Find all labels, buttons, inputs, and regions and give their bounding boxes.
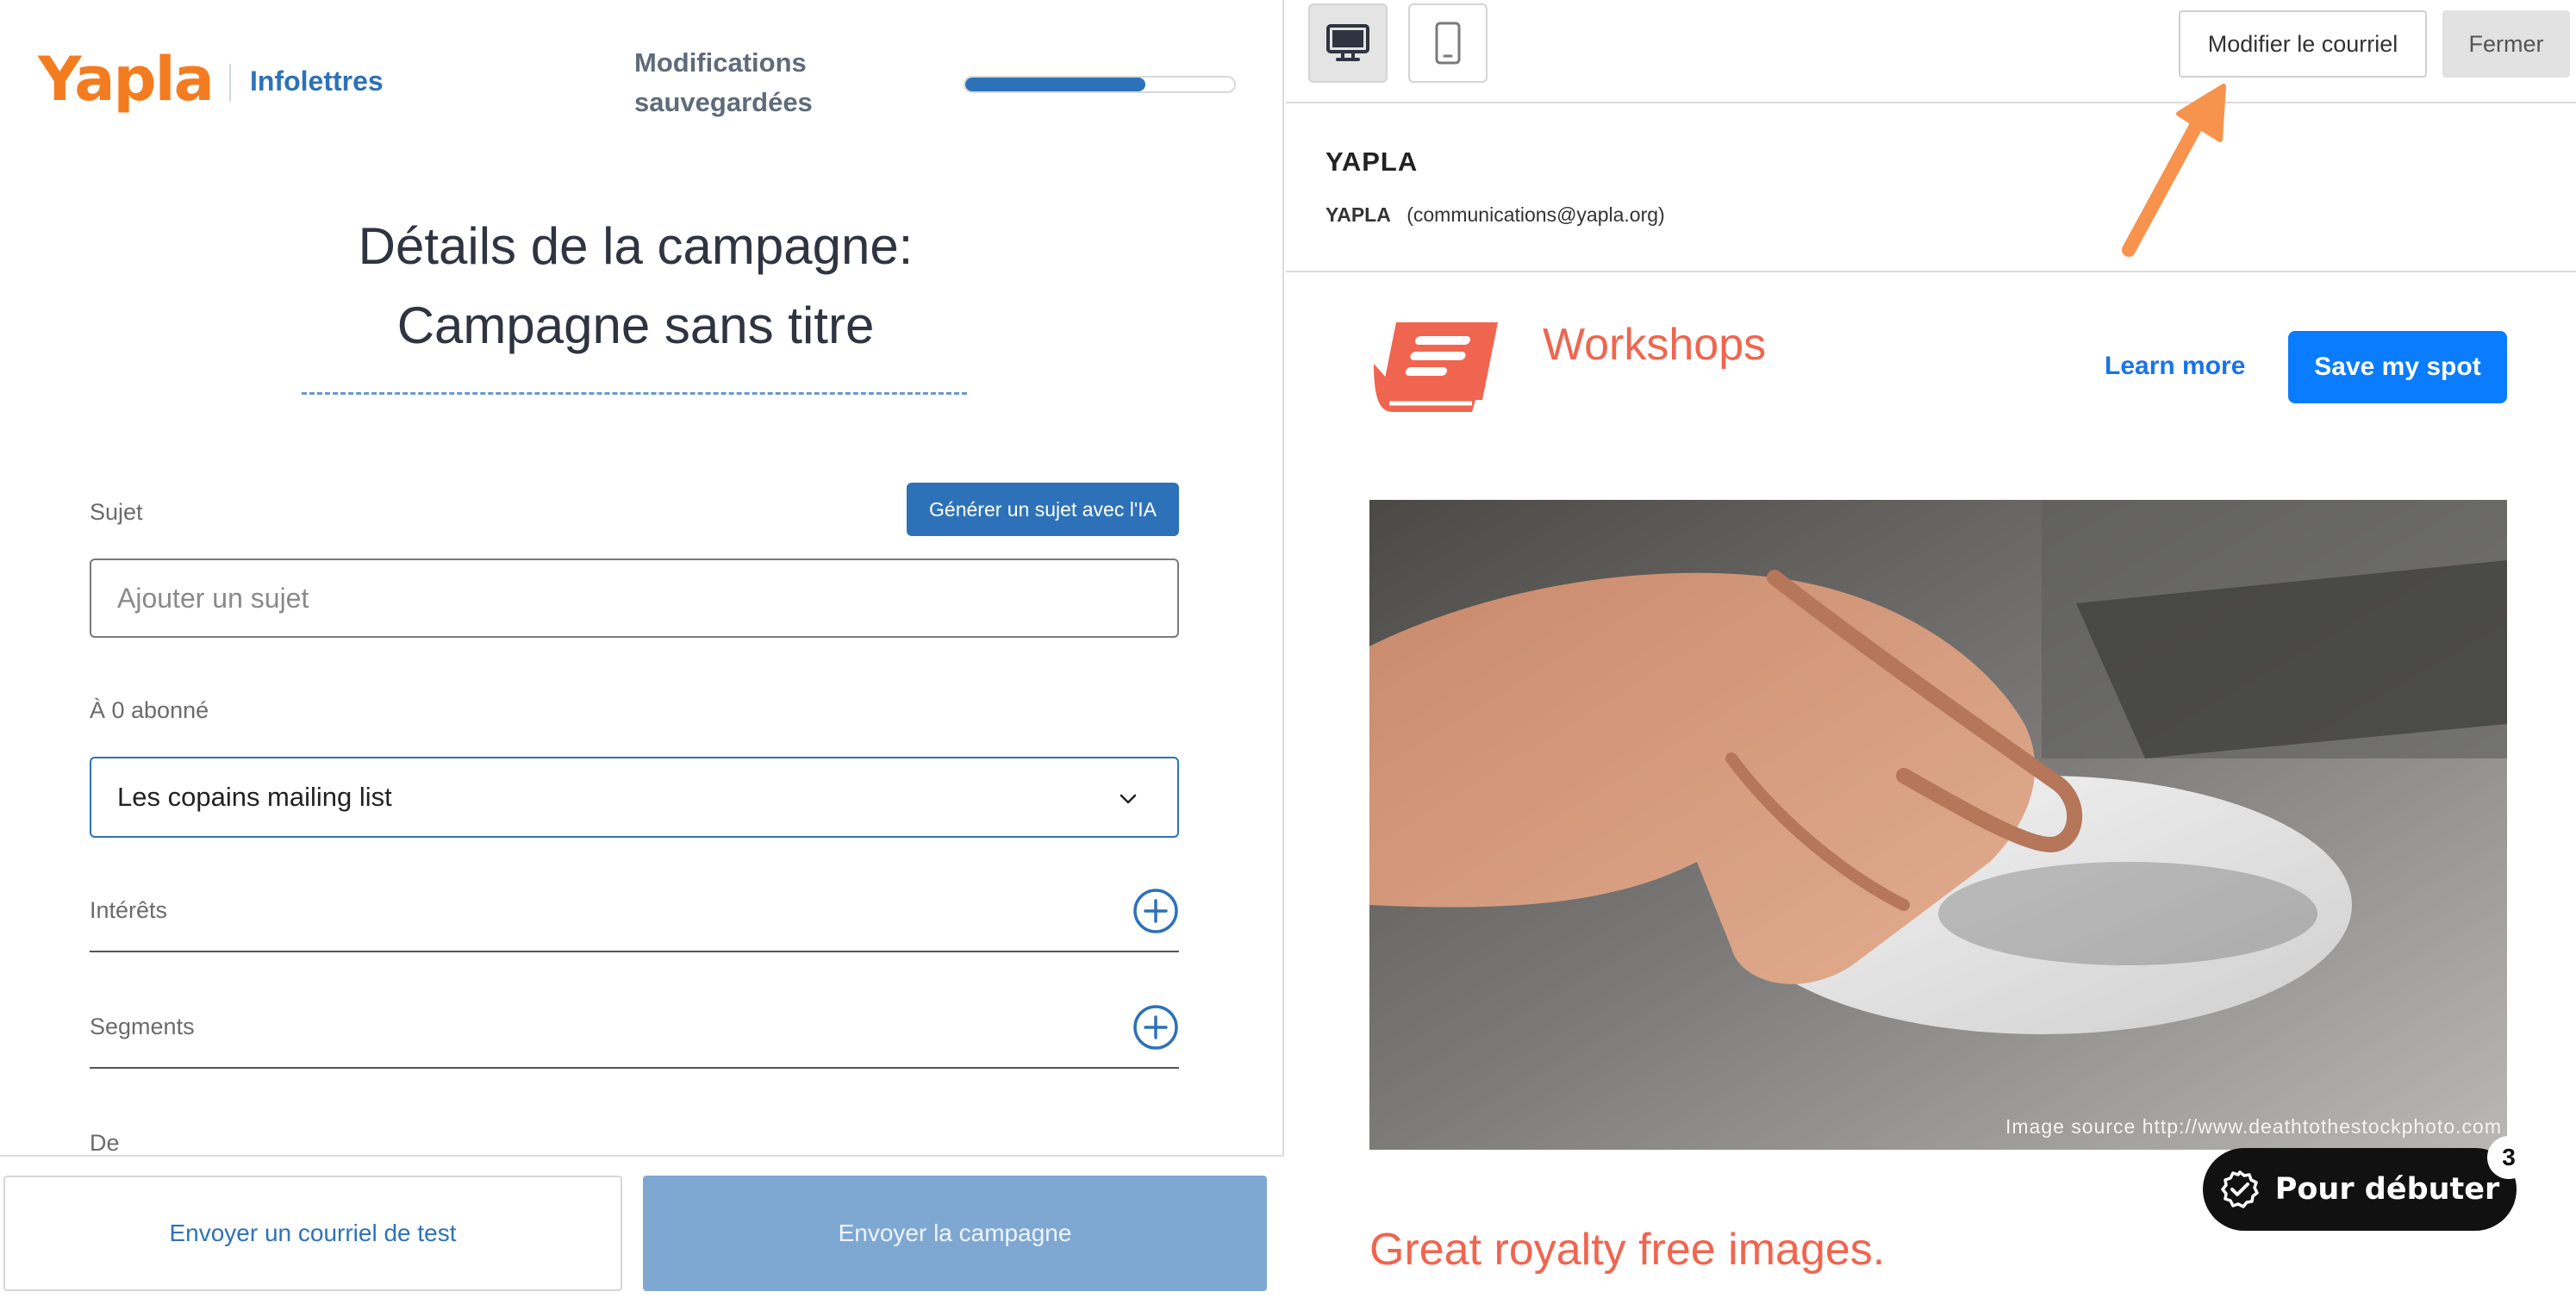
sender-name: YAPLA <box>1325 147 1419 177</box>
mailing-list-select[interactable]: Les copains mailing list <box>90 757 1179 838</box>
desktop-icon <box>1326 24 1369 61</box>
page-title: Détails de la campagne: Campagne sans ti… <box>215 207 1056 365</box>
notification-badge: 3 <box>2489 1138 2529 1177</box>
sender-email: (communications@yapla.org) <box>1407 203 1665 226</box>
product-name: Infolettres <box>250 66 384 97</box>
mailing-list-value: Les copains mailing list <box>117 782 392 812</box>
image-source-caption: Image source http://www.deathtothestockp… <box>2005 1115 2502 1138</box>
segments-label: Segments <box>90 1014 195 1039</box>
segments-divider <box>90 1067 1179 1069</box>
hero-image <box>1369 500 2507 1150</box>
desktop-preview-button[interactable] <box>1308 3 1388 83</box>
interests-divider <box>90 951 1179 952</box>
logo-divider <box>229 64 231 102</box>
generate-subject-ai-button[interactable]: Générer un sujet avec l'IA <box>907 483 1179 536</box>
title-line-1: Détails de la campagne: <box>358 217 914 275</box>
campaign-name[interactable]: Campagne sans titre <box>215 286 1056 365</box>
audience-label: À 0 abonné <box>90 697 209 723</box>
yapla-logo: Yapla <box>38 44 215 115</box>
campaign-details-panel: Yapla Infolettres Modifications sauvegar… <box>0 0 1284 1304</box>
learn-more-link[interactable]: Learn more <box>2105 352 2245 381</box>
getting-started-label: Pour débuter <box>2274 1172 2500 1207</box>
edit-email-button[interactable]: Modifier le courriel <box>2179 10 2427 78</box>
save-my-spot-button[interactable]: Save my spot <box>2288 331 2507 403</box>
save-status: Modifications sauvegardées <box>634 47 813 117</box>
email-headline: Great royalty free images. <box>1369 1225 1886 1275</box>
interests-label: Intérêts <box>90 897 168 923</box>
getting-started-button[interactable]: Pour débuter <box>2203 1148 2517 1231</box>
add-interest-plus-circle-icon[interactable] <box>1132 888 1179 934</box>
subject-label: Sujet <box>90 499 143 525</box>
send-campaign-button[interactable]: Envoyer la campagne <box>643 1176 1267 1291</box>
mobile-preview-button[interactable] <box>1408 3 1488 83</box>
mobile-icon <box>1435 22 1461 65</box>
progress-bar <box>964 76 1236 93</box>
sender-info: YAPLA (communications@yapla.org) <box>1325 203 1665 227</box>
close-button[interactable]: Fermer <box>2442 10 2570 78</box>
send-test-email-button[interactable]: Envoyer un courriel de test <box>3 1176 622 1291</box>
annotation-arrow-icon <box>2122 84 2226 257</box>
email-header-title: Workshops <box>1543 320 1767 370</box>
sender-short-name: YAPLA <box>1325 203 1391 226</box>
book-icon <box>1374 322 1498 412</box>
check-badge-icon <box>2220 1170 2259 1208</box>
subject-input[interactable] <box>90 558 1179 638</box>
progress-fill <box>965 78 1146 91</box>
from-label: De <box>90 1130 120 1156</box>
chevron-down-icon <box>1120 794 1137 804</box>
add-segment-plus-circle-icon[interactable] <box>1132 1004 1179 1051</box>
preview-header-divider <box>1286 271 2576 272</box>
title-underline <box>302 392 967 395</box>
